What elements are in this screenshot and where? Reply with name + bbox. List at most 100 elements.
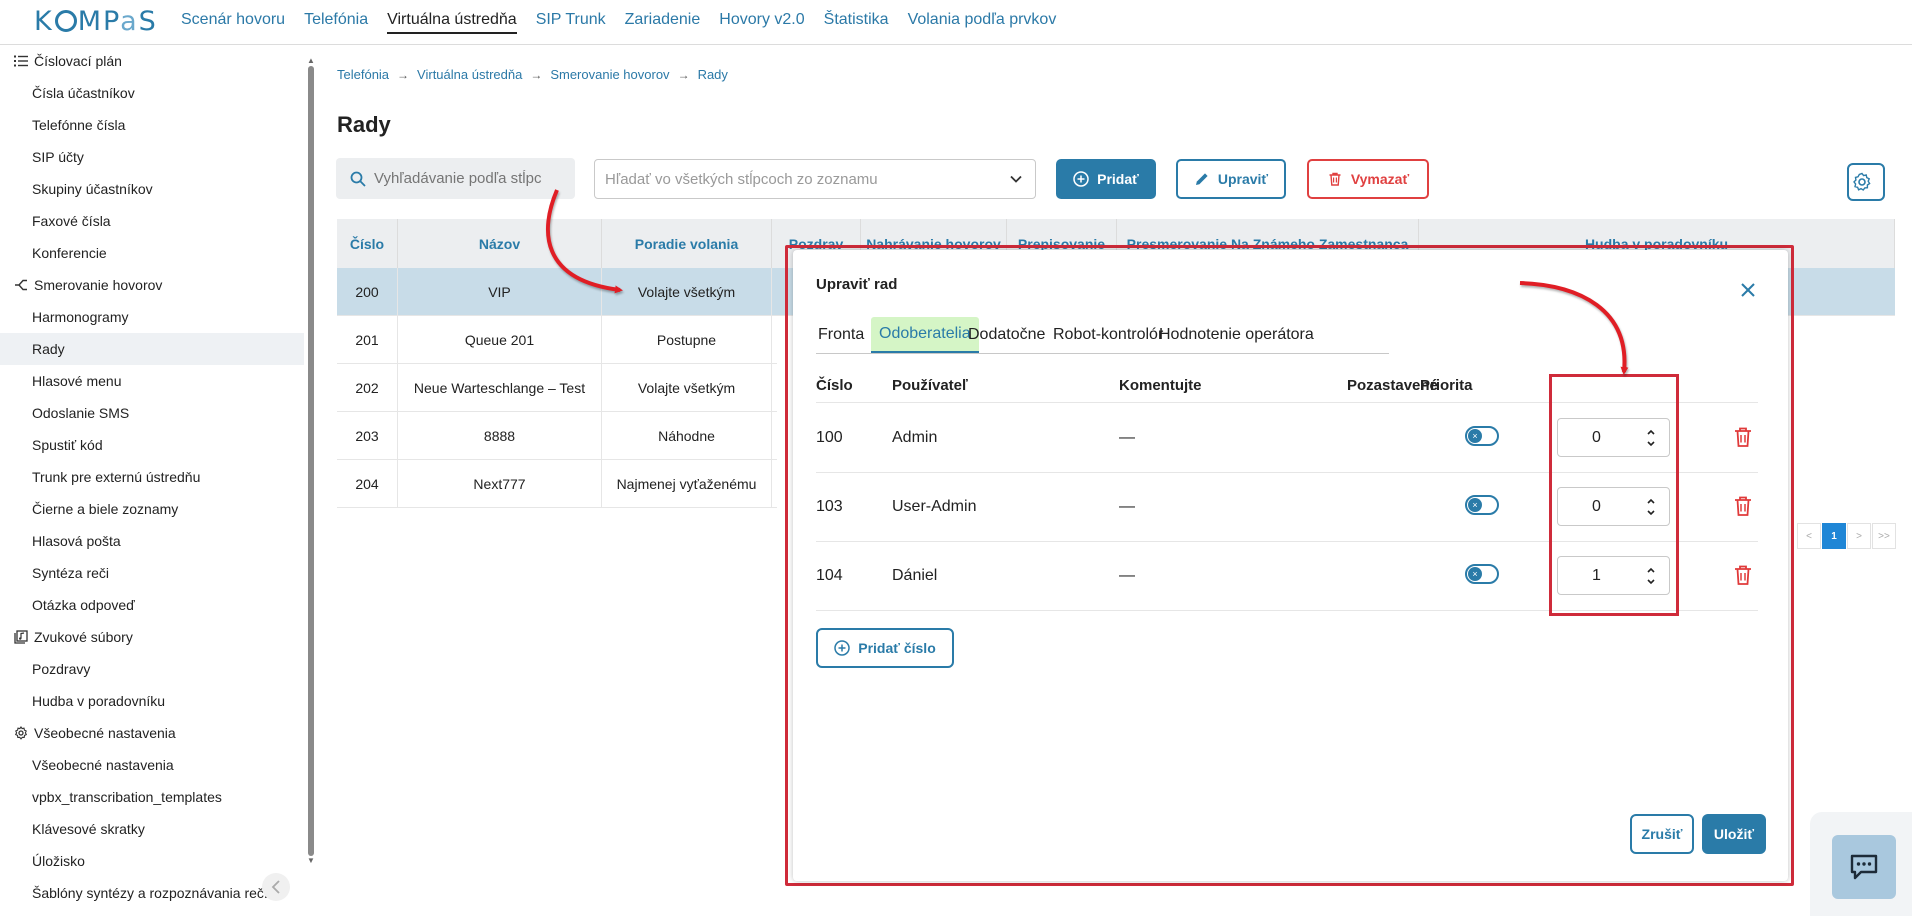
cancel-button[interactable]: Zrušiť <box>1630 814 1694 854</box>
sidebar-item[interactable]: Otázka odpoveď <box>0 589 304 621</box>
paused-toggle[interactable]: × <box>1465 426 1499 446</box>
sidebar-item[interactable]: Rady <box>0 333 304 365</box>
nav-link[interactable]: Volania podľa prvkov <box>908 11 1057 33</box>
pager-page-button[interactable]: 1 <box>1822 523 1846 549</box>
sidebar-item[interactable]: Konferencie <box>0 237 304 269</box>
chat-button[interactable] <box>1832 835 1896 899</box>
nav-link[interactable]: SIP Trunk <box>536 11 606 33</box>
sidebar-item[interactable]: Harmonogramy <box>0 301 304 333</box>
sidebar-item-label: Spustiť kód <box>32 437 103 453</box>
trash-icon[interactable] <box>1733 426 1753 448</box>
column-header[interactable]: Názov <box>398 219 602 268</box>
sidebar-item-label: Rady <box>32 341 65 357</box>
table-cell: Volajte všetkým <box>602 268 772 316</box>
sidebar-item[interactable]: SIP účty <box>0 141 304 173</box>
pager-next-button[interactable]: > <box>1847 523 1871 549</box>
search-input[interactable] <box>374 170 574 187</box>
sidebar-item-label: Smerovanie hovorov <box>34 277 163 293</box>
table-cell: 204 <box>337 460 398 508</box>
sidebar-group-header[interactable]: Zvukové súbory <box>0 621 304 653</box>
sidebar-item[interactable]: Všeobecné nastavenia <box>0 749 304 781</box>
sidebar-item[interactable]: Pozdravy <box>0 653 304 685</box>
paused-toggle[interactable]: × <box>1465 564 1499 584</box>
nav-link[interactable]: Telefónia <box>304 11 368 33</box>
sidebar-item[interactable]: Odoslanie SMS <box>0 397 304 429</box>
sidebar-item[interactable]: Telefónne čísla <box>0 109 304 141</box>
sidebar-item[interactable]: Čierne a biele zoznamy <box>0 493 304 525</box>
pager-last-button[interactable]: >> <box>1872 523 1896 549</box>
breadcrumb-item[interactable]: Smerovanie hovorov <box>550 67 669 82</box>
sidebar-item-label: Šablóny syntézy a rozpoznávania reč... <box>32 885 276 901</box>
sidebar-item[interactable]: Šablóny syntézy a rozpoznávania reč... <box>0 877 304 909</box>
dialog-tab[interactable]: Odoberatelia <box>871 317 979 353</box>
sidebar-group-header[interactable]: Všeobecné nastavenia <box>0 717 304 749</box>
scroll-down-icon[interactable]: ▼ <box>307 856 315 865</box>
close-icon[interactable] <box>1738 280 1758 300</box>
nav-link[interactable]: Virtuálna ústredňa <box>387 11 517 34</box>
audio-library-icon <box>13 629 29 645</box>
nav-link[interactable]: Hovory v2.0 <box>719 11 804 33</box>
sidebar-item-label: Zvukové súbory <box>34 629 133 645</box>
scrollbar-thumb[interactable] <box>308 66 314 856</box>
sidebar-item[interactable]: Hlasové menu <box>0 365 304 397</box>
sidebar-item[interactable]: Čísla účastníkov <box>0 77 304 109</box>
column-header[interactable]: Číslo <box>337 219 398 268</box>
dialog-title: Upraviť rad <box>816 276 898 293</box>
delete-button[interactable]: Vymazať <box>1307 159 1429 199</box>
sidebar-item[interactable]: Klávesové skratky <box>0 813 304 845</box>
sidebar-item-label: Pozdravy <box>32 661 91 677</box>
table-row[interactable]: 203 8888 Náhodne <box>337 412 777 460</box>
sidebar-item[interactable]: Úložisko <box>0 845 304 877</box>
nav-link[interactable]: Scenár hovoru <box>181 11 285 33</box>
dialog-tab[interactable]: Dodatočne <box>968 317 1045 353</box>
nav-link[interactable]: Štatistika <box>824 11 889 33</box>
sidebar-item-label: Otázka odpoveď <box>32 597 135 613</box>
sidebar-group-header[interactable]: Smerovanie hovorov <box>0 269 304 301</box>
paused-toggle[interactable]: × <box>1465 495 1499 515</box>
sidebar-item[interactable]: Faxové čísla <box>0 205 304 237</box>
all-columns-filter-select[interactable]: Hľadať vo všetkých stĺpcoch zo zoznamu <box>594 159 1036 199</box>
table-settings-button[interactable] <box>1847 163 1885 201</box>
trash-icon[interactable] <box>1733 495 1753 517</box>
add-button-label: Pridať <box>1097 171 1139 187</box>
sidebar-item[interactable]: Syntéza reči <box>0 557 304 589</box>
kompas-logo[interactable]: K MPaS <box>34 6 158 37</box>
collapse-sidebar-button[interactable] <box>262 873 290 901</box>
delete-button-label: Vymazať <box>1350 171 1410 187</box>
table-row[interactable]: 204 Next777 Najmenej vyťaženému <box>337 460 777 508</box>
sidebar-item[interactable]: Spustiť kód <box>0 429 304 461</box>
table-cell: 201 <box>337 316 398 364</box>
edit-button[interactable]: Upraviť <box>1176 159 1286 199</box>
sidebar-item[interactable]: Skupiny účastníkov <box>0 173 304 205</box>
sidebar-scrollbar[interactable]: ▲ ▼ <box>305 56 315 865</box>
sidebar-item-label: Klávesové skratky <box>32 821 145 837</box>
members-column-header: Priorita <box>1420 376 1473 394</box>
pager-prev-button[interactable]: < <box>1797 523 1821 549</box>
table-row[interactable]: 202 Neue Warteschlange – Test Volajte všet… <box>337 364 777 412</box>
add-number-button[interactable]: Pridať číslo <box>816 628 954 668</box>
add-button[interactable]: Pridať <box>1056 159 1156 199</box>
member-cell: 103 <box>816 498 843 515</box>
column-search-box[interactable] <box>336 158 575 199</box>
sidebar-item[interactable]: Hudba v poradovníku <box>0 685 304 717</box>
sidebar-item[interactable]: Trunk pre externú ústredňu <box>0 461 304 493</box>
trash-icon <box>1329 172 1341 186</box>
logo-compass-icon <box>54 10 77 32</box>
sidebar-item[interactable]: vpbx_transcribation_templates <box>0 781 304 813</box>
sidebar-item[interactable]: Hlasová pošta <box>0 525 304 557</box>
gear-icon <box>13 725 29 741</box>
sidebar-item-label: Všeobecné nastavenia <box>34 725 176 741</box>
nav-link[interactable]: Zariadenie <box>625 11 701 33</box>
trash-icon[interactable] <box>1733 564 1753 586</box>
breadcrumb-item[interactable]: Telefónia <box>337 67 389 82</box>
table-row[interactable]: 201 Queue 201 Postupne <box>337 316 777 364</box>
search-icon <box>350 171 366 187</box>
sidebar-group-header[interactable]: Číslovací plán <box>0 45 304 77</box>
column-header[interactable]: Poradie volania <box>602 219 772 268</box>
save-button[interactable]: Uložiť <box>1702 814 1766 854</box>
dialog-tab[interactable]: Robot-kontrolór <box>1053 317 1163 353</box>
breadcrumb-item[interactable]: Virtuálna ústredňa <box>417 67 522 82</box>
scroll-up-icon[interactable]: ▲ <box>307 56 315 65</box>
dialog-tab[interactable]: Fronta <box>818 317 864 353</box>
dialog-tab[interactable]: Hodnotenie operátora <box>1159 317 1314 353</box>
